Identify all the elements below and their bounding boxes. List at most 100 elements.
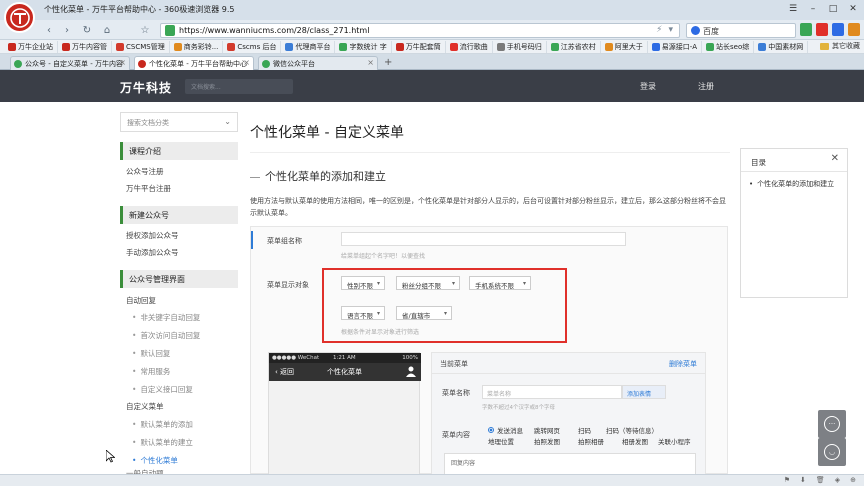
browser-tab[interactable]: 公众号 - 自定义菜单 - 万牛内容 × — [10, 56, 130, 70]
sidebar-item-platform-register[interactable]: 万牛平台注册 — [126, 183, 171, 194]
delete-menu-link[interactable]: 删除菜单 — [669, 359, 697, 369]
skin-icon[interactable]: ☰ — [786, 2, 800, 16]
tab-close-icon[interactable]: × — [119, 58, 126, 67]
sidebar-sub-default-menu-build[interactable]: 默认菜单的建立 — [132, 437, 193, 448]
sidebar-sub-default-reply[interactable]: 默认回复 — [132, 348, 170, 359]
browser-tab[interactable]: 个性化菜单 - 万牛平台帮助中心 × — [134, 56, 254, 70]
login-link[interactable]: 登录 — [640, 81, 656, 92]
panel-accent — [251, 231, 253, 249]
sidebar-item-account-register[interactable]: 公众号注册 — [126, 166, 164, 177]
doc-search-input[interactable]: 文档搜索... — [185, 79, 293, 94]
option-send-message-label: 发送消息 — [497, 427, 523, 435]
search-engine-label: 百度 — [703, 27, 719, 36]
extension-green-icon[interactable] — [800, 23, 812, 36]
sidebar-section-management[interactable]: 公众号管理界面 — [120, 270, 238, 288]
shield-icon[interactable]: ◈ — [835, 476, 840, 484]
bookmark-item[interactable]: 易源接口-A — [648, 40, 703, 53]
bookmark-item[interactable]: 流行歌曲 — [446, 40, 493, 53]
register-link[interactable]: 注册 — [698, 81, 714, 92]
chat-button[interactable]: ··· — [818, 410, 846, 438]
site-brand[interactable]: 万牛科技 — [120, 79, 172, 96]
tab-label: 公众号 - 自定义菜单 - 万牛内容 — [25, 60, 123, 68]
sidebar-sub-first-visit[interactable]: 首次访问自动回复 — [132, 330, 200, 341]
bookmark-label: 江苏省农村 — [560, 42, 596, 51]
option-send-message[interactable]: 发送消息 — [488, 425, 534, 435]
bookmark-item[interactable]: 江苏省农村 — [547, 40, 601, 53]
sidebar-sub-non-keyword[interactable]: 非关键字自动回复 — [132, 312, 200, 323]
option-camera-album[interactable]: 拍照相册 — [578, 436, 622, 446]
sidebar-section-course[interactable]: 课程介绍 — [120, 142, 238, 160]
toc-item[interactable]: 个性化菜单的添加和建立 — [749, 179, 834, 189]
download-icon[interactable]: ⬇ — [800, 476, 806, 484]
reply-content-box[interactable]: 回复内容 — [444, 453, 696, 476]
menu-name-input[interactable]: 菜单名称 — [482, 385, 622, 399]
sidebar-item-custom-menu[interactable]: 自定义菜单 — [126, 401, 164, 412]
browser-tab[interactable]: 微信公众平台 × — [258, 56, 378, 70]
speed-icon[interactable]: ⚑ — [784, 476, 790, 484]
sidebar-sub-custom-interface[interactable]: 自定义接口回复 — [132, 384, 193, 395]
other-bookmarks-label: 其它收藏 — [832, 42, 860, 50]
wanniu-logo-icon — [9, 7, 30, 28]
option-camera[interactable]: 拍照发图 — [534, 436, 578, 446]
bookmark-item[interactable]: 万牛配套筒 — [392, 40, 446, 53]
trash-icon[interactable]: 🗑 — [816, 476, 825, 484]
extension-red-icon[interactable] — [816, 23, 828, 36]
close-icon[interactable]: ✕ — [846, 2, 860, 16]
bookmark-label: 商务彩铃... — [183, 42, 219, 51]
bookmark-item[interactable]: 字数统计 字 — [335, 40, 392, 53]
bookmark-item[interactable]: 站长seo综 — [702, 40, 755, 53]
bookmark-label: 中国素材网 — [768, 42, 804, 51]
back-arrow-icon[interactable]: ‹ — [42, 23, 56, 37]
zoom-icon[interactable]: ⊕ — [850, 476, 856, 484]
option-scan-wait[interactable]: 扫码（等待信息） — [606, 425, 658, 435]
bookmark-item[interactable]: CSCMS管理 — [112, 40, 170, 53]
bookmark-item[interactable]: 手机号码归 — [493, 40, 547, 53]
sidebar-sub-personalized-menu[interactable]: 个性化菜单 — [132, 455, 178, 466]
menu-group-label: 菜单组名称 — [267, 237, 302, 245]
new-tab-button[interactable]: + — [384, 57, 392, 68]
lightning-icon[interactable]: ⚡ — [656, 25, 662, 35]
option-album[interactable]: 相册发图 — [622, 436, 658, 446]
sidebar-sub-default-menu-add[interactable]: 默认菜单的添加 — [132, 419, 193, 430]
bookmark-item[interactable]: Cscms 后台 — [223, 40, 282, 53]
dropdown-icon[interactable]: ▾ — [668, 25, 673, 35]
tab-close-icon[interactable]: × — [243, 58, 250, 67]
tab-close-icon[interactable]: × — [367, 58, 374, 67]
bookmark-item[interactable]: 代理商平台 — [281, 40, 336, 53]
minimize-icon[interactable]: – — [806, 2, 820, 16]
tab-favicon-icon — [262, 60, 270, 68]
reload-icon[interactable]: ↻ — [80, 23, 94, 37]
home-icon[interactable]: ⌂ — [100, 23, 114, 37]
bookmark-label: Cscms 后台 — [237, 42, 277, 51]
bookmark-item[interactable]: 阿里大于 — [601, 40, 648, 53]
category-select[interactable]: 搜索文档分类 ⌄ — [120, 112, 238, 132]
option-open-url[interactable]: 跳转网页 — [534, 425, 578, 435]
bookmark-label: 站长seo综 — [716, 42, 750, 51]
sidebar-item-authorize-add[interactable]: 授权添加公众号 — [126, 230, 179, 241]
sidebar-section-new-account[interactable]: 新建公众号 — [120, 206, 238, 224]
bookmark-item[interactable]: 商务彩铃... — [170, 40, 224, 53]
extension-orange-icon[interactable] — [848, 23, 860, 36]
close-icon[interactable]: ✕ — [831, 153, 839, 164]
bookmark-item[interactable]: 万牛企业站 — [4, 40, 58, 53]
url-field[interactable]: https://www.wanniucms.com/28/class_271.h… — [160, 23, 680, 38]
option-miniprogram[interactable]: 关联小程序 — [658, 436, 691, 446]
search-engine-box[interactable]: 百度 — [686, 23, 796, 38]
star-icon[interactable]: ☆ — [138, 23, 152, 37]
add-emoji-button[interactable]: 添加表情 — [622, 385, 666, 399]
feedback-button[interactable]: ◡ — [818, 438, 846, 466]
radio-dot — [488, 427, 494, 433]
extension-blue-icon[interactable] — [832, 23, 844, 36]
sidebar-item-auto-reply[interactable]: 自动回复 — [126, 295, 156, 306]
bookmark-item[interactable]: 万牛内容管 — [58, 40, 112, 53]
menu-group-input[interactable] — [341, 232, 626, 246]
option-scan[interactable]: 扫码 — [578, 425, 606, 435]
forward-arrow-icon[interactable]: › — [60, 23, 74, 37]
bookmark-item[interactable]: 中国素材网 — [754, 40, 809, 53]
maximize-icon[interactable]: □ — [826, 2, 840, 16]
table-of-contents: 目录 ✕ 个性化菜单的添加和建立 — [740, 148, 848, 298]
other-bookmarks[interactable]: 其它收藏 — [820, 41, 860, 51]
sidebar-sub-common-services[interactable]: 常用服务 — [132, 366, 170, 377]
sidebar-item-manual-add[interactable]: 手动添加公众号 — [126, 247, 179, 258]
option-location[interactable]: 地理位置 — [488, 436, 534, 446]
